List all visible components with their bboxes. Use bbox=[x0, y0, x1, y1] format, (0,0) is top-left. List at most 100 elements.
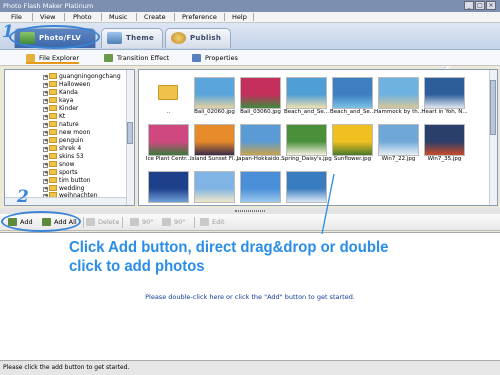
tab-file-explorer[interactable]: File Explorer bbox=[26, 52, 80, 64]
menu-bar: File View Photo Music Create Preference … bbox=[0, 12, 500, 23]
menu-file[interactable]: File bbox=[11, 13, 22, 21]
menu-separator bbox=[101, 13, 102, 21]
step1-highlight bbox=[9, 25, 100, 49]
menu-create[interactable]: Create bbox=[144, 13, 166, 21]
rotate-right-label: 90° bbox=[174, 218, 186, 226]
photo-image bbox=[378, 77, 419, 109]
close-icon[interactable]: × bbox=[486, 1, 496, 10]
photo-thumbnail[interactable]: Beach_and_Se... bbox=[284, 76, 329, 118]
tree-vertical-scrollbar[interactable] bbox=[126, 70, 134, 205]
folder-tree[interactable]: + guangningongchang + Halloween + Kanda + ka… bbox=[4, 69, 135, 206]
menu-separator bbox=[136, 13, 137, 21]
tree-item[interactable]: + guangningongchang bbox=[43, 73, 121, 81]
edit-icon bbox=[200, 218, 209, 226]
tab-publish-label: Publish bbox=[190, 34, 222, 42]
tab-transition-effect-label: Transition Effect bbox=[117, 54, 170, 62]
properties-icon bbox=[192, 54, 201, 62]
tree-item[interactable]: + Kanda bbox=[43, 89, 78, 97]
delete-icon bbox=[86, 218, 95, 226]
photo-thumbnail[interactable]: Bali_03060.jpg bbox=[239, 76, 282, 118]
tree-item[interactable]: + new moon bbox=[43, 129, 90, 137]
grid-vertical-scrollbar[interactable] bbox=[489, 70, 497, 205]
photo-thumbnail[interactable]: .. bbox=[147, 76, 190, 118]
photo-image bbox=[424, 77, 465, 109]
minimize-icon[interactable]: _ bbox=[464, 1, 474, 10]
edit-button[interactable]: Edit bbox=[200, 217, 225, 228]
photo-thumbnail[interactable] bbox=[239, 170, 282, 205]
photo-image bbox=[378, 124, 419, 156]
photo-thumbnail[interactable]: Island Sunset Fl... bbox=[190, 123, 239, 165]
folder-icon bbox=[49, 113, 57, 119]
scroll-thumb[interactable] bbox=[127, 122, 133, 144]
step2-highlight bbox=[1, 211, 81, 232]
photo-thumbnail[interactable]: Heart in Yoh, N... bbox=[421, 76, 468, 118]
photo-thumbnail[interactable]: Japan-Hokkaido... bbox=[236, 123, 285, 165]
tab-theme-label: Theme bbox=[126, 34, 155, 42]
rotate-right-button[interactable]: 90° bbox=[162, 217, 186, 228]
menu-preference[interactable]: Preference bbox=[182, 13, 217, 21]
tree-item[interactable]: + skins 53 bbox=[43, 153, 84, 161]
folder-icon bbox=[49, 161, 57, 167]
delete-button[interactable]: Delete bbox=[86, 217, 119, 228]
folder-icon bbox=[49, 97, 57, 103]
photo-thumbnail[interactable] bbox=[193, 170, 236, 205]
menu-music[interactable]: Music bbox=[109, 13, 128, 21]
photo-image bbox=[332, 124, 373, 156]
step2-number: 2 bbox=[17, 187, 29, 207]
photo-thumbnail[interactable]: Bali_02060.jpg bbox=[193, 76, 236, 118]
splitter-grip[interactable] bbox=[235, 210, 265, 212]
toolbar-separator bbox=[122, 217, 123, 228]
tree-item[interactable]: + shrek 4 bbox=[43, 145, 81, 153]
photo-thumbnail[interactable]: Ice Plant Centr... bbox=[146, 123, 191, 165]
tab-properties-label: Properties bbox=[205, 54, 238, 62]
maximize-icon[interactable]: □ bbox=[475, 1, 485, 10]
menu-view[interactable]: View bbox=[40, 13, 55, 21]
menu-separator bbox=[64, 13, 65, 21]
tree-item[interactable]: + Kinder bbox=[43, 105, 78, 113]
photo-image bbox=[240, 124, 281, 156]
drop-zone-message: Please double-click here or click the "A… bbox=[145, 293, 355, 301]
menu-separator bbox=[174, 13, 175, 21]
photo-thumbnail[interactable]: Beach_and_Se... bbox=[330, 76, 375, 118]
photo-thumbnail[interactable]: Spring_Daisy's.jpg bbox=[281, 123, 332, 165]
rotate-left-button[interactable]: 90° bbox=[130, 217, 154, 228]
tree-item[interactable]: + snow bbox=[43, 161, 75, 169]
photo-image bbox=[194, 124, 235, 156]
photo-image bbox=[286, 124, 327, 156]
photo-thumbnail[interactable]: Win7_35.jpg bbox=[423, 123, 466, 165]
tree-item[interactable]: + Halloween bbox=[43, 81, 90, 89]
photo-thumbnail[interactable]: Hammock by th... bbox=[374, 76, 423, 118]
annotation-pointer-line bbox=[321, 173, 335, 235]
tree-item[interactable]: + nature bbox=[43, 121, 79, 129]
folder-icon bbox=[49, 81, 57, 87]
tree-item[interactable]: + penguin bbox=[43, 137, 83, 145]
rotate-left-label: 90° bbox=[142, 218, 154, 226]
photo-thumbnail[interactable]: Sunflower.jpg bbox=[331, 123, 374, 165]
menu-separator bbox=[224, 13, 225, 21]
photo-filename: Win7_35.jpg bbox=[427, 156, 462, 162]
tree-item[interactable]: + kaya bbox=[43, 97, 73, 105]
menu-photo[interactable]: Photo bbox=[73, 13, 92, 21]
tree-item[interactable]: + Kt bbox=[43, 113, 65, 121]
photo-image bbox=[286, 77, 327, 109]
scroll-thumb[interactable] bbox=[490, 80, 496, 135]
rotate-right-icon bbox=[162, 218, 171, 226]
photo-image bbox=[240, 171, 281, 203]
parent-folder-icon bbox=[148, 77, 189, 109]
menu-separator bbox=[32, 13, 33, 21]
tab-transition-effect[interactable]: Transition Effect bbox=[104, 52, 169, 64]
tree-item[interactable]: + sports bbox=[43, 169, 78, 177]
menu-help[interactable]: Help bbox=[232, 13, 247, 21]
photo-filename: Heart in Yoh, N... bbox=[421, 109, 468, 115]
folder-icon bbox=[49, 129, 57, 135]
tab-properties[interactable]: Properties bbox=[192, 52, 238, 64]
toolbar-separator bbox=[83, 217, 84, 228]
photo-image bbox=[194, 171, 235, 203]
tree-item[interactable]: + tim button bbox=[43, 177, 91, 185]
photo-thumbnail[interactable]: Win7_22.jpg bbox=[377, 123, 420, 165]
photo-thumbnail[interactable] bbox=[147, 170, 190, 205]
tab-publish[interactable]: Publish bbox=[165, 28, 231, 48]
folder-icon bbox=[49, 145, 57, 151]
photo-image bbox=[194, 77, 235, 109]
tab-theme[interactable]: Theme bbox=[101, 28, 163, 48]
